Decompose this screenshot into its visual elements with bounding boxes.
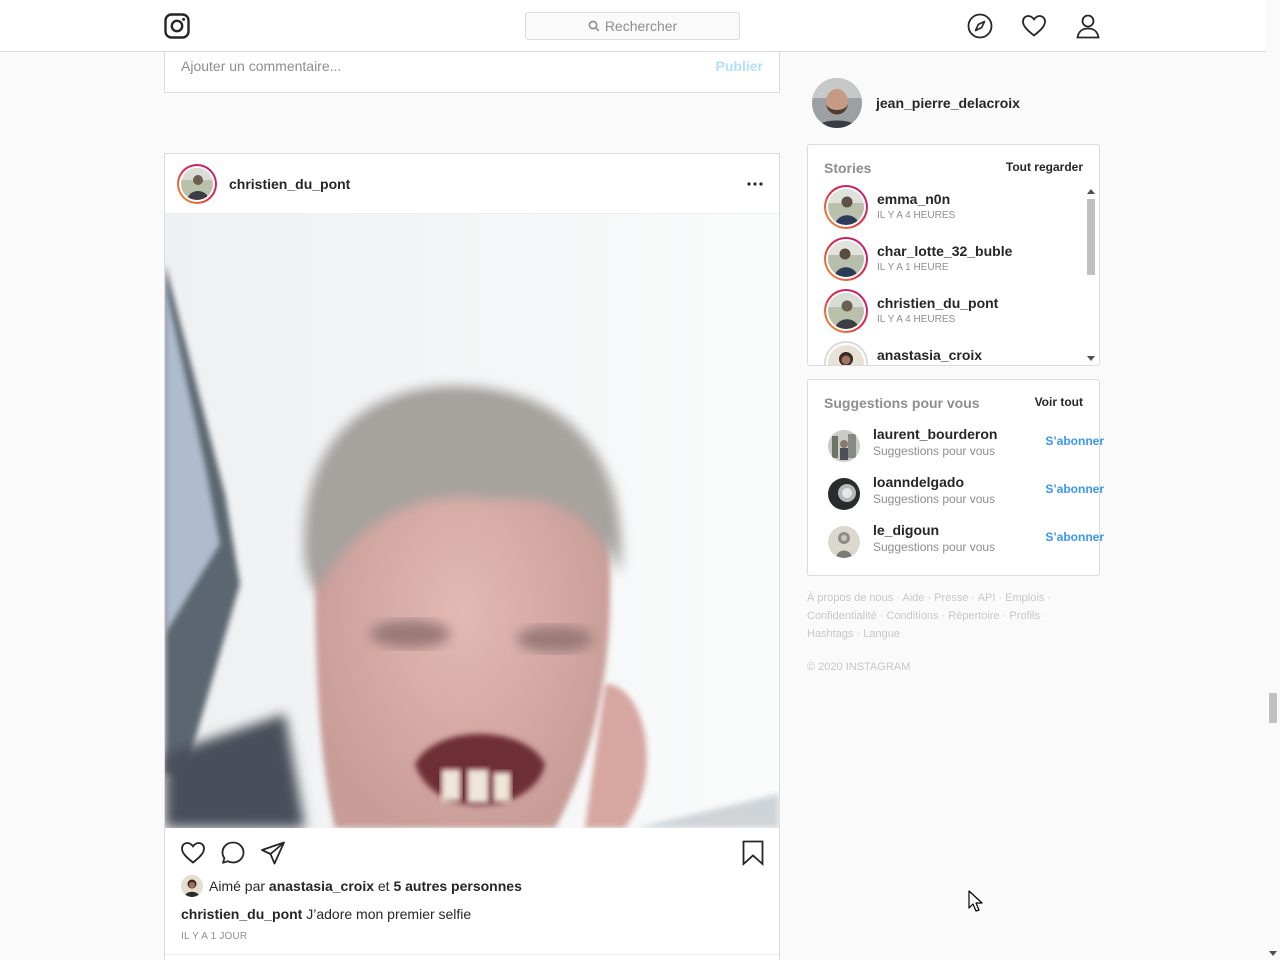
footer-link[interactable]: Aide — [902, 592, 924, 604]
caption-text: J’adore mon premier selfie — [306, 906, 472, 922]
stories-card: Stories Tout regarder emma_n0n IL Y A 4 … — [807, 144, 1100, 366]
avatar-image — [181, 168, 213, 200]
top-nav: Rechercher — [0, 0, 1266, 52]
story-avatar[interactable] — [824, 237, 868, 281]
suggestion-username[interactable]: le_digoun — [873, 522, 939, 538]
page-scrollbar[interactable] — [1266, 0, 1280, 960]
stories-scrollbar-thumb[interactable] — [1087, 199, 1095, 275]
story-time: IL Y A 4 HEURES — [877, 314, 956, 325]
profile-icon[interactable] — [1075, 13, 1101, 39]
like-heart-icon[interactable] — [180, 840, 206, 866]
suggestion-subtitle: Suggestions pour vous — [873, 444, 996, 458]
story-avatar[interactable] — [824, 341, 868, 365]
suggestion-username[interactable]: laurent_bourderon — [873, 426, 997, 442]
selfie-image — [165, 214, 779, 828]
follow-button[interactable]: S’abonner — [1045, 434, 1104, 448]
post-header: christien_du_pont — [165, 154, 779, 214]
scroll-down-arrow-icon[interactable] — [1087, 356, 1095, 361]
current-user-avatar[interactable] — [812, 78, 862, 128]
comment-input[interactable]: Ajouter un commentaire... — [181, 58, 341, 74]
scroll-down-arrow-icon[interactable] — [1269, 951, 1277, 956]
story-time: IL Y A 4 HEURES — [877, 210, 956, 221]
post-actions — [165, 828, 779, 878]
compass-icon[interactable] — [967, 13, 993, 39]
story-avatar[interactable] — [824, 289, 868, 333]
footer-link[interactable]: API — [978, 592, 996, 604]
story-username[interactable]: emma_n0n — [877, 191, 950, 207]
search-placeholder: Rechercher — [604, 18, 678, 34]
story-username[interactable]: anastasia_croix — [877, 347, 982, 363]
footer-link[interactable]: Conditions — [887, 610, 939, 622]
footer-link[interactable]: Répertoire — [948, 610, 999, 622]
more-options-icon[interactable] — [747, 182, 763, 186]
story-username[interactable]: christien_du_pont — [877, 295, 998, 311]
story-username[interactable]: char_lotte_32_buble — [877, 243, 1012, 259]
footer-link[interactable]: Profils — [1009, 610, 1040, 622]
heart-icon[interactable] — [1021, 13, 1047, 39]
suggestion-username[interactable]: loanndelgado — [873, 474, 964, 490]
suggestion-row: loanndelgado Suggestions pour vous S’abo… — [828, 474, 1104, 514]
story-item[interactable]: anastasia_croix — [824, 341, 1084, 365]
stories-list: emma_n0n IL Y A 4 HEURES char_lotte_32_b… — [808, 185, 1084, 365]
footer-link[interactable]: Confidentialité — [807, 610, 877, 622]
likes-summary: Aimé par anastasia_croix et 5 autres per… — [181, 875, 522, 897]
suggestion-avatar[interactable] — [828, 478, 860, 510]
post-caption: christien_du_pont J’adore mon premier se… — [181, 906, 471, 922]
story-item[interactable]: christien_du_pont IL Y A 4 HEURES — [824, 289, 1084, 341]
suggestion-subtitle: Suggestions pour vous — [873, 492, 996, 506]
footer-link[interactable]: À propos de nous — [807, 592, 893, 604]
liked-by-prefix: Aimé par — [209, 878, 266, 894]
mouse-cursor-icon — [968, 890, 983, 912]
footer-link[interactable]: Emplois — [1005, 592, 1044, 604]
footer-link[interactable]: Presse — [934, 592, 968, 604]
suggestions-title: Suggestions pour vous — [824, 395, 980, 411]
search-input[interactable]: Rechercher — [525, 12, 740, 40]
post-card: christien_du_pont Aimé par anastasia_cro… — [164, 153, 780, 960]
suggestions-card: Suggestions pour vous Voir tout laurent_… — [807, 379, 1104, 576]
comment-bubble-icon[interactable] — [220, 840, 246, 866]
liker-avatar[interactable] — [181, 875, 203, 897]
page-scrollbar-thumb[interactable] — [1269, 693, 1277, 723]
instagram-logo-icon[interactable] — [164, 13, 190, 39]
follow-button[interactable]: S’abonner — [1045, 530, 1104, 544]
stories-scrollbar[interactable] — [1084, 185, 1098, 365]
suggestion-row: le_digoun Suggestions pour vous S’abonne… — [828, 522, 1104, 562]
story-avatar[interactable] — [824, 185, 868, 229]
story-item[interactable]: char_lotte_32_buble IL Y A 1 HEURE — [824, 237, 1084, 289]
stories-see-all-link[interactable]: Tout regarder — [1006, 160, 1083, 174]
suggestion-subtitle: Suggestions pour vous — [873, 540, 996, 554]
story-time: IL Y A 1 HEURE — [877, 262, 949, 273]
suggestion-row: laurent_bourderon Suggestions pour vous … — [828, 426, 1104, 466]
post-author-username[interactable]: christien_du_pont — [229, 176, 350, 192]
stories-title: Stories — [824, 160, 872, 176]
divider — [165, 954, 779, 955]
current-user-username[interactable]: jean_pierre_delacroix — [876, 95, 1020, 111]
search-icon — [588, 20, 600, 32]
footer-link[interactable]: Langue — [863, 628, 900, 640]
post-author-avatar[interactable] — [177, 164, 217, 204]
share-paper-plane-icon[interactable] — [260, 840, 286, 866]
footer-links: À propos de nous · Aide · Presse · API ·… — [807, 592, 1052, 640]
post-timestamp[interactable]: IL Y A 1 JOUR — [181, 931, 247, 942]
liked-by-others[interactable]: 5 autres personnes — [393, 878, 521, 894]
suggestion-avatar[interactable] — [828, 430, 860, 462]
post-photo[interactable] — [165, 214, 779, 828]
liked-by-and: et — [377, 878, 390, 894]
follow-button[interactable]: S’abonner — [1045, 482, 1104, 496]
bookmark-icon[interactable] — [740, 840, 766, 866]
suggestion-avatar[interactable] — [828, 526, 860, 558]
footer-link[interactable]: Hashtags — [807, 628, 853, 640]
story-item[interactable]: emma_n0n IL Y A 4 HEURES — [824, 185, 1084, 237]
liked-by-user[interactable]: anastasia_croix — [269, 878, 374, 894]
publish-button[interactable]: Publier — [716, 58, 763, 74]
scroll-up-arrow-icon[interactable] — [1087, 189, 1095, 194]
caption-username[interactable]: christien_du_pont — [181, 906, 302, 922]
suggestions-see-all-link[interactable]: Voir tout — [1035, 395, 1083, 409]
copyright: © 2020 INSTAGRAM — [807, 661, 911, 673]
